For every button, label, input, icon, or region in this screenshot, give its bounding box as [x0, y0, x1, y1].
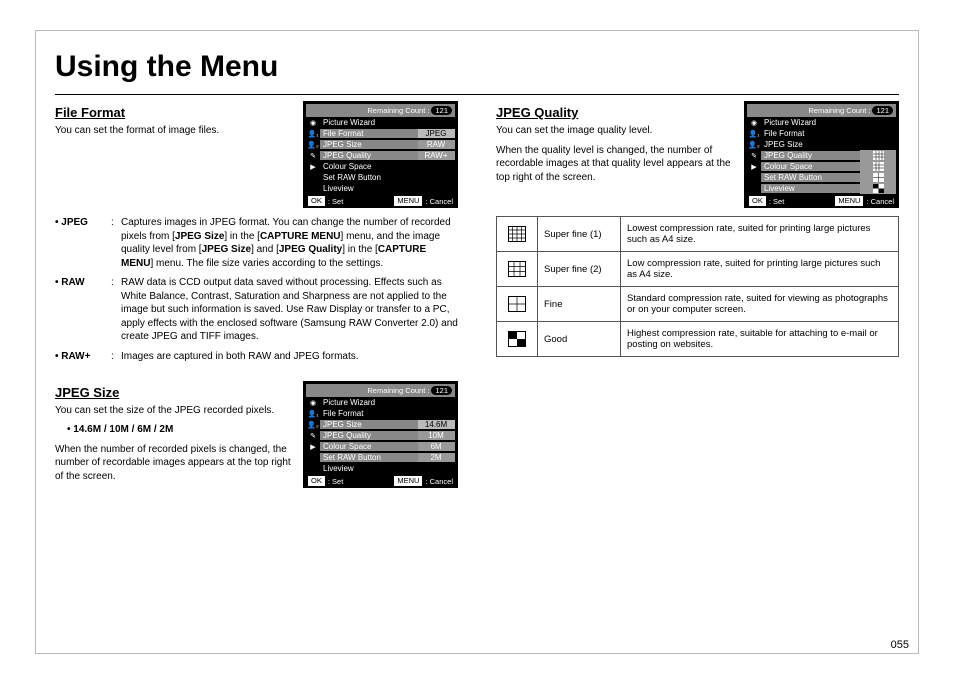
def-rawplus: • RAW+: Images are captured in both RAW …	[55, 350, 458, 364]
sf1-icon	[497, 217, 538, 252]
play-icon: ▶	[306, 161, 320, 172]
jpeg-size-heading: JPEG Size	[55, 385, 295, 400]
jpeg-size-options: • 14.6M / 10M / 6M / 2M	[67, 424, 295, 435]
table-row: Good Highest compression rate, suitable …	[497, 322, 899, 357]
fine-icon	[497, 287, 538, 322]
jpeg-size-intro: You can set the size of the JPEG recorde…	[55, 404, 295, 418]
page-number: 055	[891, 639, 909, 651]
lcd-footer: OK: Set MENU: Cancel	[306, 194, 455, 206]
file-format-intro: You can set the format of image files.	[55, 124, 295, 138]
jpeg-quality-intro: You can set the image quality level.	[496, 124, 736, 138]
lcd-remaining: Remaining Count :121	[306, 104, 455, 117]
jpeg-quality-heading: JPEG Quality	[496, 105, 736, 120]
brush-icon: ✎	[306, 150, 320, 161]
jpeg-quality-note: When the quality level is changed, the n…	[496, 144, 736, 185]
lcd-file-format: Remaining Count :121 ◉ 👤₁ 👤₂ ✎ ▶ Picture…	[303, 101, 458, 208]
quality-grid-icon	[860, 150, 896, 161]
right-column: JPEG Quality You can set the image quali…	[496, 101, 899, 497]
jpeg-size-note: When the number of recorded pixels is ch…	[55, 443, 295, 484]
file-format-heading: File Format	[55, 105, 295, 120]
table-row: Super fine (2) Low compression rate, sui…	[497, 252, 899, 287]
person2-icon: 👤₂	[306, 139, 320, 150]
camera-icon: ◉	[306, 117, 320, 128]
good-icon	[497, 322, 538, 357]
lcd-jpeg-quality: Remaining Count :121 ◉👤₁👤₂✎▶ Picture Wiz…	[744, 101, 899, 208]
lcd-jpeg-size: Remaining Count :121 ◉👤₁👤₂✎▶ Picture Wiz…	[303, 381, 458, 488]
file-format-defs: • JPEG: Captures images in JPEG format. …	[55, 216, 458, 363]
quality-table: Super fine (1) Lowest compression rate, …	[496, 216, 899, 357]
person1-icon: 👤₁	[306, 128, 320, 139]
page-title: Using the Menu	[55, 50, 899, 95]
def-raw: • RAW: RAW data is CCD output data saved…	[55, 276, 458, 344]
table-row: Super fine (1) Lowest compression rate, …	[497, 217, 899, 252]
left-column: File Format You can set the format of im…	[55, 101, 458, 497]
table-row: Fine Standard compression rate, suited f…	[497, 287, 899, 322]
sf2-icon	[497, 252, 538, 287]
def-jpeg: • JPEG: Captures images in JPEG format. …	[55, 216, 458, 270]
